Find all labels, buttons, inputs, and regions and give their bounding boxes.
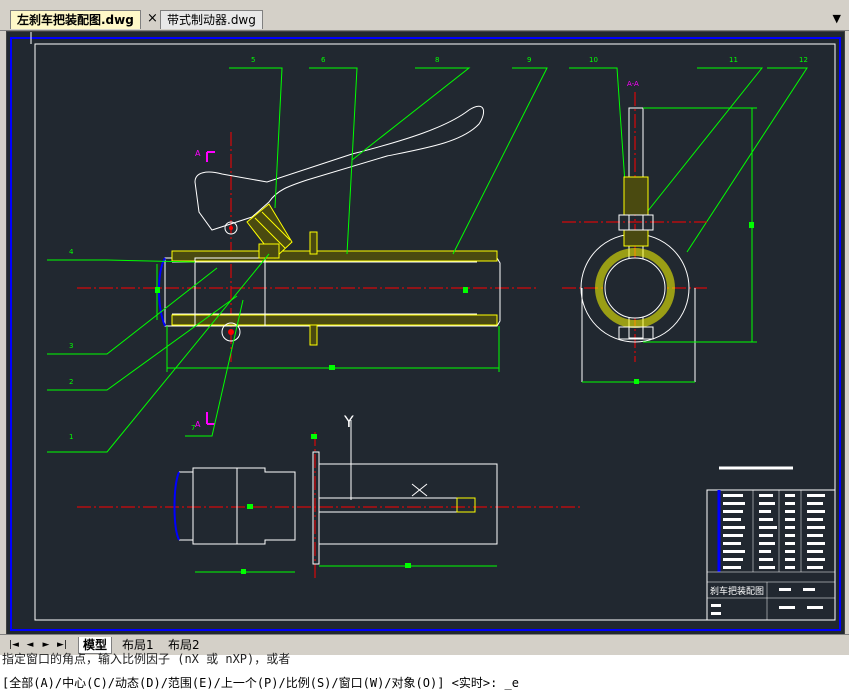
tab-label: 带式制动器.dwg: [167, 13, 256, 27]
axis-label-y: Y: [343, 412, 354, 431]
leader-label-9: 9: [527, 56, 531, 64]
leader-label-3: 3: [69, 342, 73, 350]
command-history-line: 指定窗口的角点，输入比例因子 (nX 或 nXP)，或者: [2, 652, 291, 666]
tube-hatch-top: [171, 250, 498, 262]
leader-label-7: 7: [191, 424, 195, 432]
leader-label-4: 4: [69, 248, 74, 256]
bottom-view-flange: [312, 451, 320, 565]
tab-label: 左刹车把装配图.dwg: [17, 13, 134, 27]
leader-label-2: 2: [69, 378, 73, 386]
drawing-border-inner: [34, 43, 836, 621]
section-letter-bottom: A: [195, 420, 201, 429]
close-icon[interactable]: ×: [147, 11, 158, 26]
section-letter-top: A: [195, 149, 201, 158]
flange-top: [309, 231, 318, 255]
drawing-canvas[interactable]: A A 5 6 8 9 10 11 12 4 3 2 1 7 A-A Y 刹车把…: [6, 31, 845, 635]
title-block: [706, 489, 836, 621]
title-block-label: 刹车把装配图: [710, 585, 764, 597]
leader-label-12: 12: [799, 56, 808, 64]
tab-left-brake-assembly[interactable]: 左刹车把装配图.dwg: [10, 10, 141, 29]
tab-band-brake[interactable]: 带式制动器.dwg: [160, 10, 263, 29]
leader-label-5: 5: [251, 56, 255, 64]
section-view-label: A-A: [627, 80, 639, 88]
tube-hatch-bottom: [171, 314, 498, 326]
title-block-rows: [723, 494, 825, 569]
flange-bottom: [309, 324, 318, 346]
leader-label-8: 8: [435, 56, 439, 64]
leader-label-10: 10: [589, 56, 598, 64]
chevron-down-icon[interactable]: ▼: [833, 12, 841, 25]
command-prompt[interactable]: [全部(A)/中心(C)/动态(D)/范围(E)/上一个(P)/比例(S)/窗口…: [2, 674, 519, 691]
leader-label-11: 11: [729, 56, 738, 64]
bottom-view-tube: [318, 463, 498, 545]
brake-lever: [194, 105, 485, 231]
document-tab-bar: 左刹车把装配图.dwg × 带式制动器.dwg ▼: [0, 8, 849, 31]
cad-drawing: A A 5 6 8 9 10 11 12 4 3 2 1 7 A-A Y 刹车把…: [10, 32, 841, 631]
leader-label-1: 1: [69, 433, 73, 441]
leader-label-6: 6: [321, 56, 326, 64]
command-line[interactable]: 指定窗口的角点，输入比例因子 (nX 或 nXP)，或者 [全部(A)/中心(C…: [0, 652, 849, 694]
